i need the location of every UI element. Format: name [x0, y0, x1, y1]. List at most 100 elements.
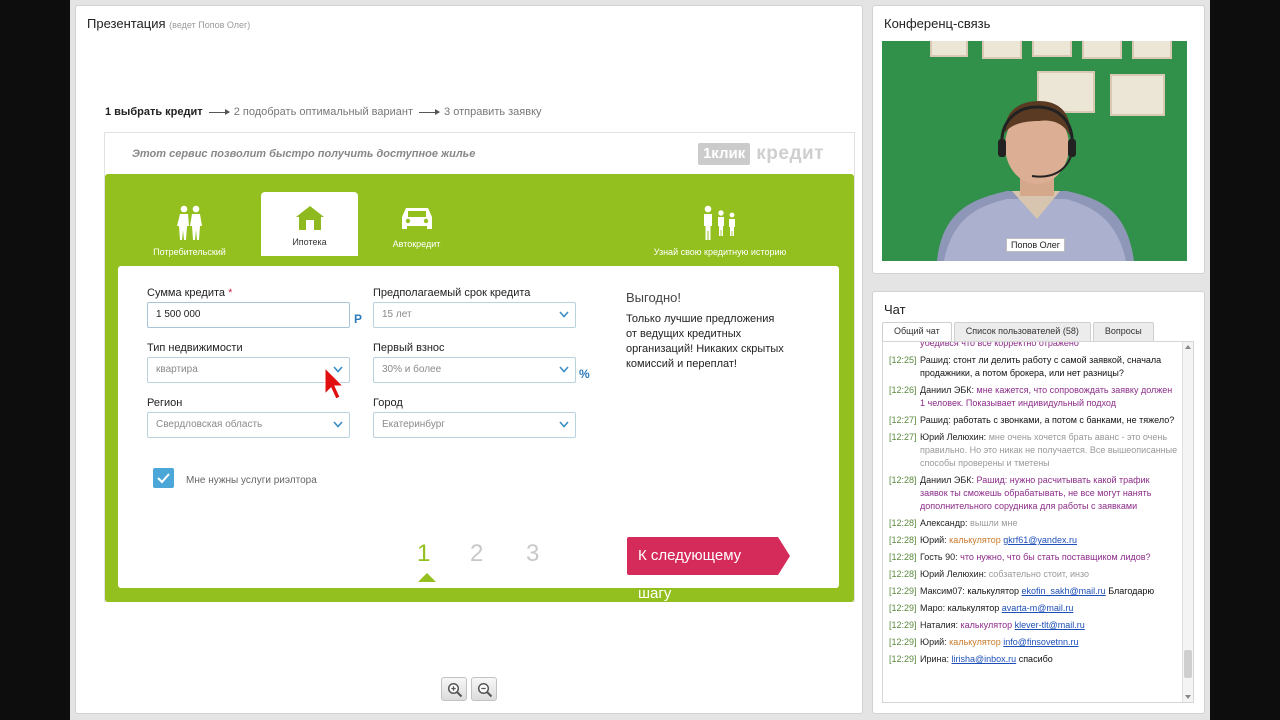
chat-message: [12:28] Даниил ЭБК: Рашид: нужно расчиты…: [889, 474, 1179, 513]
message-link[interactable]: ekofin_sakh@mail.ru: [1022, 586, 1106, 596]
chat-message: [12:26] Даниил ЭБК: мне кажется, что соп…: [889, 384, 1179, 410]
city-label: Город: [373, 397, 403, 409]
message-text: вышли мне: [970, 518, 1018, 528]
messages: убедився что все корректно отражено [12:…: [889, 342, 1179, 670]
message-time: [12:29]: [889, 654, 917, 664]
chat-message: [12:29] Максим07: калькулятор ekofin_sak…: [889, 585, 1179, 598]
message-time: [12:25]: [889, 355, 917, 365]
conference-title: Конференц-связь: [884, 16, 991, 31]
presentation-title-text: Презентация: [87, 16, 166, 31]
chat-message: убедився что все корректно отражено: [889, 342, 1179, 350]
term-select[interactable]: 15 лет: [373, 302, 576, 328]
step-2[interactable]: 2 подобрать оптимальный вариант: [234, 106, 413, 118]
step-3[interactable]: 3 отправить заявку: [444, 106, 542, 118]
message-time: [12:28]: [889, 475, 917, 485]
message-author: Максим07:: [920, 586, 965, 596]
tab-mortgage[interactable]: Ипотека: [261, 192, 358, 256]
message-link[interactable]: klever-tlt@mail.ru: [1015, 620, 1085, 630]
message-time: [12:28]: [889, 535, 917, 545]
checkmark-icon: [157, 473, 170, 484]
scroll-up-icon[interactable]: [1185, 345, 1191, 349]
current-page-marker: [418, 573, 436, 582]
tab-credit-history[interactable]: Узнай свою кредитную историю: [645, 192, 795, 257]
message-author: Юрий Лелюхин:: [920, 432, 987, 442]
arrow-right-icon: [208, 108, 230, 115]
zoom-in-button[interactable]: [441, 677, 467, 701]
message-author: Юрий:: [920, 637, 947, 647]
message-time: [12:28]: [889, 518, 917, 528]
participant-name-tag: Попов Олег: [1006, 238, 1066, 252]
tab-general-chat[interactable]: Общий чат: [882, 322, 952, 341]
presenter-label: (ведет Попов Олег): [169, 20, 251, 30]
tab-consumer[interactable]: Потребительский: [141, 192, 238, 257]
car-icon: [401, 208, 432, 229]
tab-auto[interactable]: Автокредит: [368, 192, 465, 256]
message-link[interactable]: lirisha@inbox.ru: [952, 654, 1017, 664]
zoom-in-icon: [447, 682, 463, 698]
message-time: [12:29]: [889, 637, 917, 647]
message-author: Юрий Лелюхин:: [920, 569, 987, 579]
message-time: [12:28]: [889, 552, 917, 562]
tab-consumer-label: Потребительский: [153, 247, 226, 257]
step-indicator: 1 выбрать кредит 2 подобрать оптимальный…: [105, 106, 542, 118]
message-text: стонт ли делить работу с самой заявкой, …: [920, 355, 1162, 378]
people-icon: [176, 205, 202, 240]
property-type-select[interactable]: квартира: [147, 357, 350, 383]
scroll-down-icon[interactable]: [1185, 695, 1191, 699]
message-link[interactable]: gkrf61@yandex.ru: [1003, 535, 1077, 545]
region-select[interactable]: Свердловская область: [147, 412, 350, 438]
message-text-after: спасибо: [1018, 654, 1053, 664]
tab-user-list[interactable]: Список пользователей (58): [953, 322, 1091, 341]
mouse-pointer-icon: [324, 366, 345, 400]
city-select[interactable]: Екатеринбург: [373, 412, 576, 438]
term-label: Предполагаемый срок кредита: [373, 287, 531, 299]
chat-tabs: Общий чат Список пользователей (58) Вопр…: [882, 322, 1156, 341]
message-text: калькулятор: [947, 603, 1000, 613]
page-2[interactable]: 2: [470, 540, 483, 568]
credit-form-container: Потребительский Ипотека Автокредит Узнай…: [105, 174, 854, 602]
message-author: Александр:: [920, 518, 968, 528]
page-1[interactable]: 1: [417, 540, 430, 568]
message-time: [12:27]: [889, 415, 917, 425]
message-list[interactable]: убедився что все корректно отражено [12:…: [882, 341, 1194, 703]
amount-label: Сумма кредита *: [147, 287, 233, 299]
property-type-label: Тип недвижимости: [147, 342, 243, 354]
zoom-out-button[interactable]: [471, 677, 497, 701]
tab-mortgage-label: Ипотека: [292, 237, 327, 247]
chat-scrollbar[interactable]: [1182, 342, 1193, 702]
message-time: [12:29]: [889, 586, 917, 596]
chevron-down-icon: [333, 421, 343, 428]
message-author: Гость 90:: [920, 552, 958, 562]
page-3[interactable]: 3: [526, 540, 539, 568]
chat-message: [12:29] Маро: калькулятор avarta-m@mail.…: [889, 602, 1179, 615]
video-feed[interactable]: Попов Олег: [882, 41, 1187, 261]
tab-questions[interactable]: Вопросы: [1092, 322, 1154, 341]
zoom-out-icon: [477, 682, 493, 698]
chat-message: [12:28] Гость 90: что нужно, что бы стат…: [889, 551, 1179, 564]
message-link[interactable]: avarta-m@mail.ru: [1002, 603, 1074, 613]
scroll-thumb[interactable]: [1184, 650, 1192, 678]
message-text: калькулятор: [967, 586, 1019, 596]
message-time: [12:29]: [889, 603, 917, 613]
realtor-checkbox[interactable]: [153, 468, 174, 488]
chat-message: [12:28] Юрий Лелюхин: собзательно стоит,…: [889, 568, 1179, 581]
message-author: Рашид:: [920, 415, 951, 425]
required-mark: *: [228, 287, 233, 299]
chevron-down-icon: [559, 421, 569, 428]
downpayment-select[interactable]: 30% и более: [373, 357, 576, 383]
chat-title: Чат: [884, 302, 906, 317]
participant-video: [937, 101, 1134, 261]
property-type-value: квартира: [156, 364, 198, 375]
tab-auto-label: Автокредит: [392, 239, 441, 249]
step-1[interactable]: 1 выбрать кредит: [105, 106, 203, 118]
chat-message: [12:29] Наталия: калькулятор klever-tlt@…: [889, 619, 1179, 632]
tab-credit-history-label: Узнай свою кредитную историю: [653, 247, 787, 257]
next-step-button[interactable]: К следующему шагу: [627, 537, 790, 602]
amount-input[interactable]: 1 500 000: [147, 302, 350, 328]
chat-message: [12:27] Рашид: работать с звонками, а по…: [889, 414, 1179, 427]
message-link[interactable]: info@finsovetnn.ru: [1003, 637, 1078, 647]
message-author: Маро:: [920, 603, 946, 613]
message-author: Даниил ЭБК:: [920, 475, 974, 485]
form-panel: Сумма кредита * 1 500 000 Р Предполагаем…: [118, 266, 839, 602]
message-text: работать с звонками, а потом с банками, …: [953, 415, 1175, 425]
